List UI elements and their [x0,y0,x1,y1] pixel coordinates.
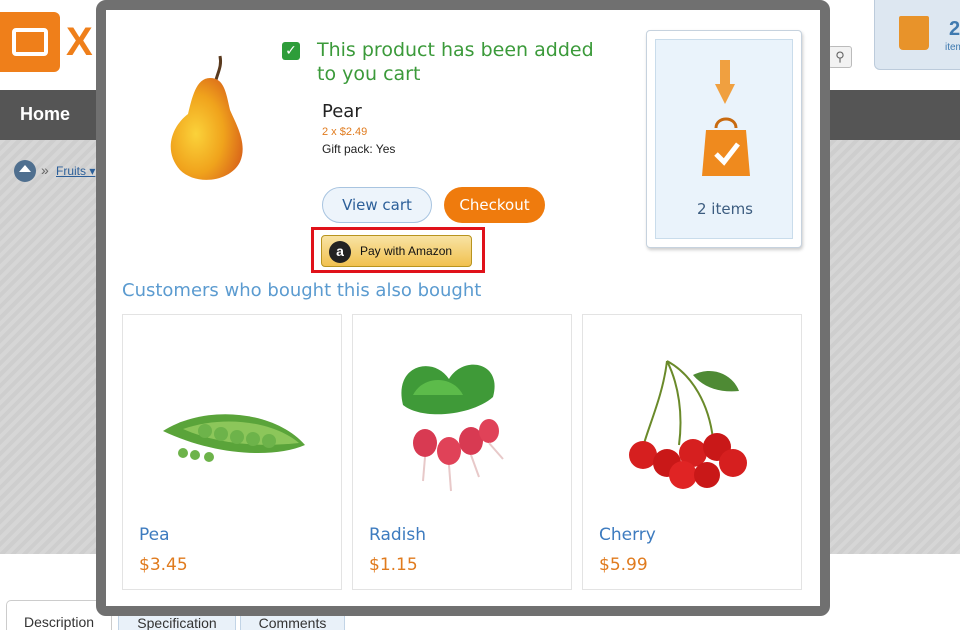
product-card-price: $1.15 [369,555,418,575]
close-icon[interactable]: ✕ [826,7,854,37]
product-name: Pear [322,101,362,122]
also-bought-title: Customers who bought this also bought [122,280,482,301]
mini-cart-count: 2 [949,18,960,40]
product-card-pea[interactable]: Pea $3.45 [122,314,342,590]
product-card-name[interactable]: Radish [369,525,426,545]
mini-cart[interactable]: 2 items [874,0,960,70]
site-logo-text: X [66,20,93,64]
breadcrumb-separator: » [41,162,49,178]
arrow-down-icon [715,60,735,104]
pay-with-amazon-label: Pay with Amazon [360,244,453,258]
shopping-bag-check-icon [702,117,750,176]
product-card-cherry[interactable]: Cherry $5.99 [582,314,802,590]
product-qty-price: 2 x $2.49 [322,126,368,138]
pea-image [163,414,305,462]
site-logo[interactable] [0,12,60,72]
radish-image [401,364,504,492]
search-icon[interactable]: ⚲ [828,46,852,68]
shopping-bag-icon [899,16,929,50]
cart-logo-icon [12,28,48,56]
cherry-image [629,360,747,489]
product-card-name[interactable]: Cherry [599,525,656,545]
product-card-radish[interactable]: Radish $1.15 [352,314,572,590]
product-card-name[interactable]: Pea [139,525,170,545]
breadcrumb-link-fruits[interactable]: Fruits ▾ [56,164,95,178]
home-icon[interactable] [14,160,36,182]
product-option: Gift pack: Yes [322,142,396,156]
mini-cart-label: items [945,42,960,53]
cart-items-count: 2 items [696,200,753,218]
product-card-price: $3.45 [139,555,188,575]
nav-item-home[interactable]: Home [20,104,70,125]
view-cart-button[interactable]: View cart [322,187,432,223]
pay-with-amazon-button[interactable]: a Pay with Amazon [321,235,472,267]
product-card-price: $5.99 [599,555,648,575]
checkout-button[interactable]: Checkout [444,187,545,223]
cart-summary-box[interactable]: 2 items [646,30,802,248]
success-check-icon: ✓ [282,42,300,60]
added-to-cart-message: This product has been added to you cart [317,39,594,85]
amazon-logo-icon: a [329,241,351,263]
pear-image [170,55,243,180]
cart-summary-inner: 2 items [655,39,793,239]
